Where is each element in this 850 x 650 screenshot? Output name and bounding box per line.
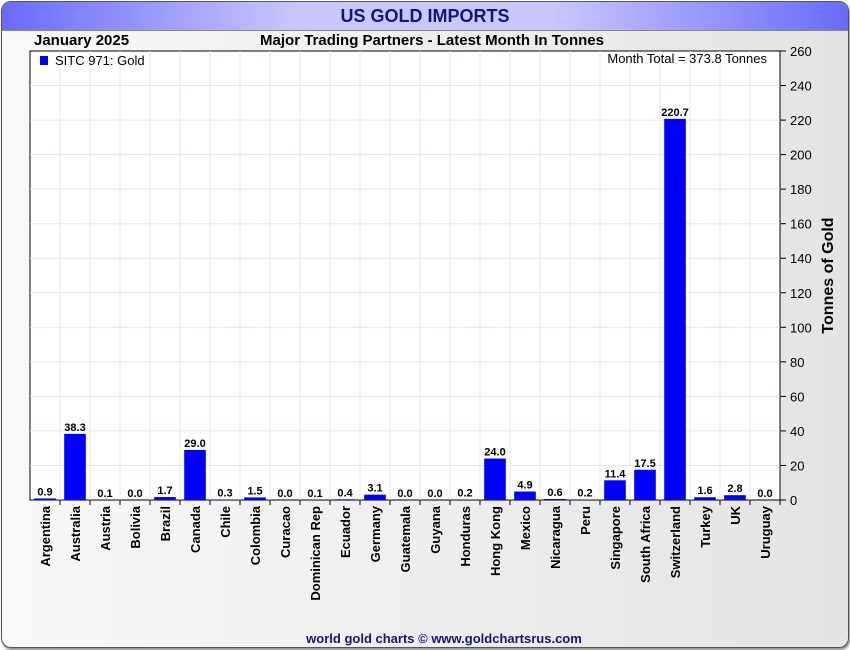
y-tick-label: 200 — [790, 148, 812, 163]
data-label: 0.1 — [307, 488, 322, 500]
bar-canada — [184, 449, 206, 500]
bar-uk — [724, 495, 746, 500]
x-tick-label: Peru — [578, 506, 593, 535]
y-tick-label: 60 — [790, 389, 804, 404]
y-tick-label: 0 — [790, 493, 797, 508]
bar-germany — [364, 494, 386, 500]
footer-credit: world gold charts © www.goldchartsrus.co… — [305, 631, 582, 646]
bar-australia — [64, 433, 86, 500]
data-label: 0.1 — [97, 488, 112, 500]
x-tick-label: Austria — [98, 505, 113, 551]
y-tick-label: 40 — [790, 424, 804, 439]
x-tick-label: Singapore — [608, 506, 623, 570]
data-label: 1.7 — [157, 485, 172, 497]
data-label: 2.8 — [727, 483, 742, 495]
x-tick-label: Hong Kong — [488, 506, 503, 576]
x-tick-label: Germany — [368, 505, 383, 562]
bar-south-africa — [634, 469, 656, 500]
data-label: 17.5 — [634, 458, 655, 470]
data-label: 4.9 — [517, 480, 532, 492]
month-total-annotation: Month Total = 373.8 Tonnes — [607, 51, 767, 66]
date-label: January 2025 — [34, 32, 129, 49]
x-tick-label: Curacao — [278, 506, 293, 558]
data-label: 220.7 — [661, 107, 689, 119]
bar-colombia — [244, 497, 266, 500]
data-label: 24.0 — [484, 447, 505, 459]
bar-hong-kong — [484, 458, 506, 500]
x-tick-label: Ecuador — [338, 506, 353, 558]
x-tick-label: UK — [728, 505, 743, 524]
bar-switzerland — [664, 118, 686, 501]
x-tick-label: Honduras — [458, 506, 473, 567]
y-tick-label: 20 — [790, 458, 804, 473]
x-tick-label: Dominican Rep — [308, 506, 323, 601]
bar-chart: 0 20 40 60 80 100 120 140 160 180 200 220 240 260 Tonn… — [29, 32, 837, 646]
data-label: 0.0 — [427, 488, 442, 500]
bar-brazil — [154, 497, 176, 500]
x-tick-label: Uruguay — [758, 505, 773, 559]
x-tick-label: Guyana — [428, 505, 443, 553]
legend-label: SITC 971: Gold — [55, 53, 145, 68]
y-tick-label: 160 — [790, 217, 812, 232]
x-tick-label: Brazil — [158, 506, 173, 541]
data-label: 0.9 — [37, 486, 52, 498]
bar-turkey — [694, 497, 716, 500]
x-tick-label: Switzerland — [668, 506, 683, 578]
data-label: 3.1 — [367, 483, 382, 495]
data-label: 29.0 — [184, 438, 205, 450]
bar-chile — [214, 499, 236, 500]
x-tick-label: Australia — [68, 505, 83, 561]
y-tick-label: 100 — [790, 320, 812, 335]
y-axis-label: Tonnes of Gold — [820, 217, 837, 333]
x-tick-label: South Africa — [638, 505, 653, 583]
y-tick-label: 220 — [790, 113, 812, 128]
data-label: 0.4 — [337, 487, 353, 499]
y-tick-label: 180 — [790, 182, 812, 197]
x-tick-label: Turkey — [698, 505, 713, 547]
data-label: 0.6 — [547, 487, 562, 499]
data-label: 0.0 — [127, 488, 142, 500]
bar-ecuador — [334, 499, 356, 500]
bar-argentina — [34, 498, 56, 500]
x-tick-label: Argentina — [38, 505, 53, 566]
bar-mexico — [514, 491, 536, 500]
data-label: 11.4 — [605, 468, 627, 480]
legend-swatch — [40, 56, 48, 65]
y-tick-label: 80 — [790, 355, 804, 370]
x-tick-label: Colombia — [248, 505, 263, 565]
y-tick-label: 240 — [790, 79, 812, 94]
data-label: 38.3 — [64, 422, 85, 434]
y-tick-label: 260 — [790, 44, 812, 59]
data-label: 0.0 — [757, 488, 772, 500]
x-tick-label: Nicaragua — [548, 505, 563, 569]
bar-nicaragua — [544, 498, 566, 500]
x-tick-label: Guatemala — [398, 505, 413, 572]
x-tick-label: Canada — [188, 505, 203, 553]
data-label: 0.0 — [277, 488, 292, 500]
chart-subtitle: Major Trading Partners - Latest Month In… — [260, 32, 604, 49]
data-label: 0.0 — [397, 488, 412, 500]
bar-singapore — [604, 480, 626, 500]
data-label: 0.3 — [217, 487, 232, 499]
y-tick-label: 140 — [790, 251, 812, 266]
x-tick-label: Chile — [218, 506, 233, 538]
y-tick-label: 120 — [790, 286, 812, 301]
data-label: 0.2 — [457, 488, 472, 500]
x-tick-label: Mexico — [518, 506, 533, 550]
x-tick-label: Bolivia — [128, 505, 143, 548]
data-label: 1.6 — [697, 485, 712, 497]
data-label: 1.5 — [247, 485, 262, 497]
data-label: 0.2 — [577, 488, 592, 500]
